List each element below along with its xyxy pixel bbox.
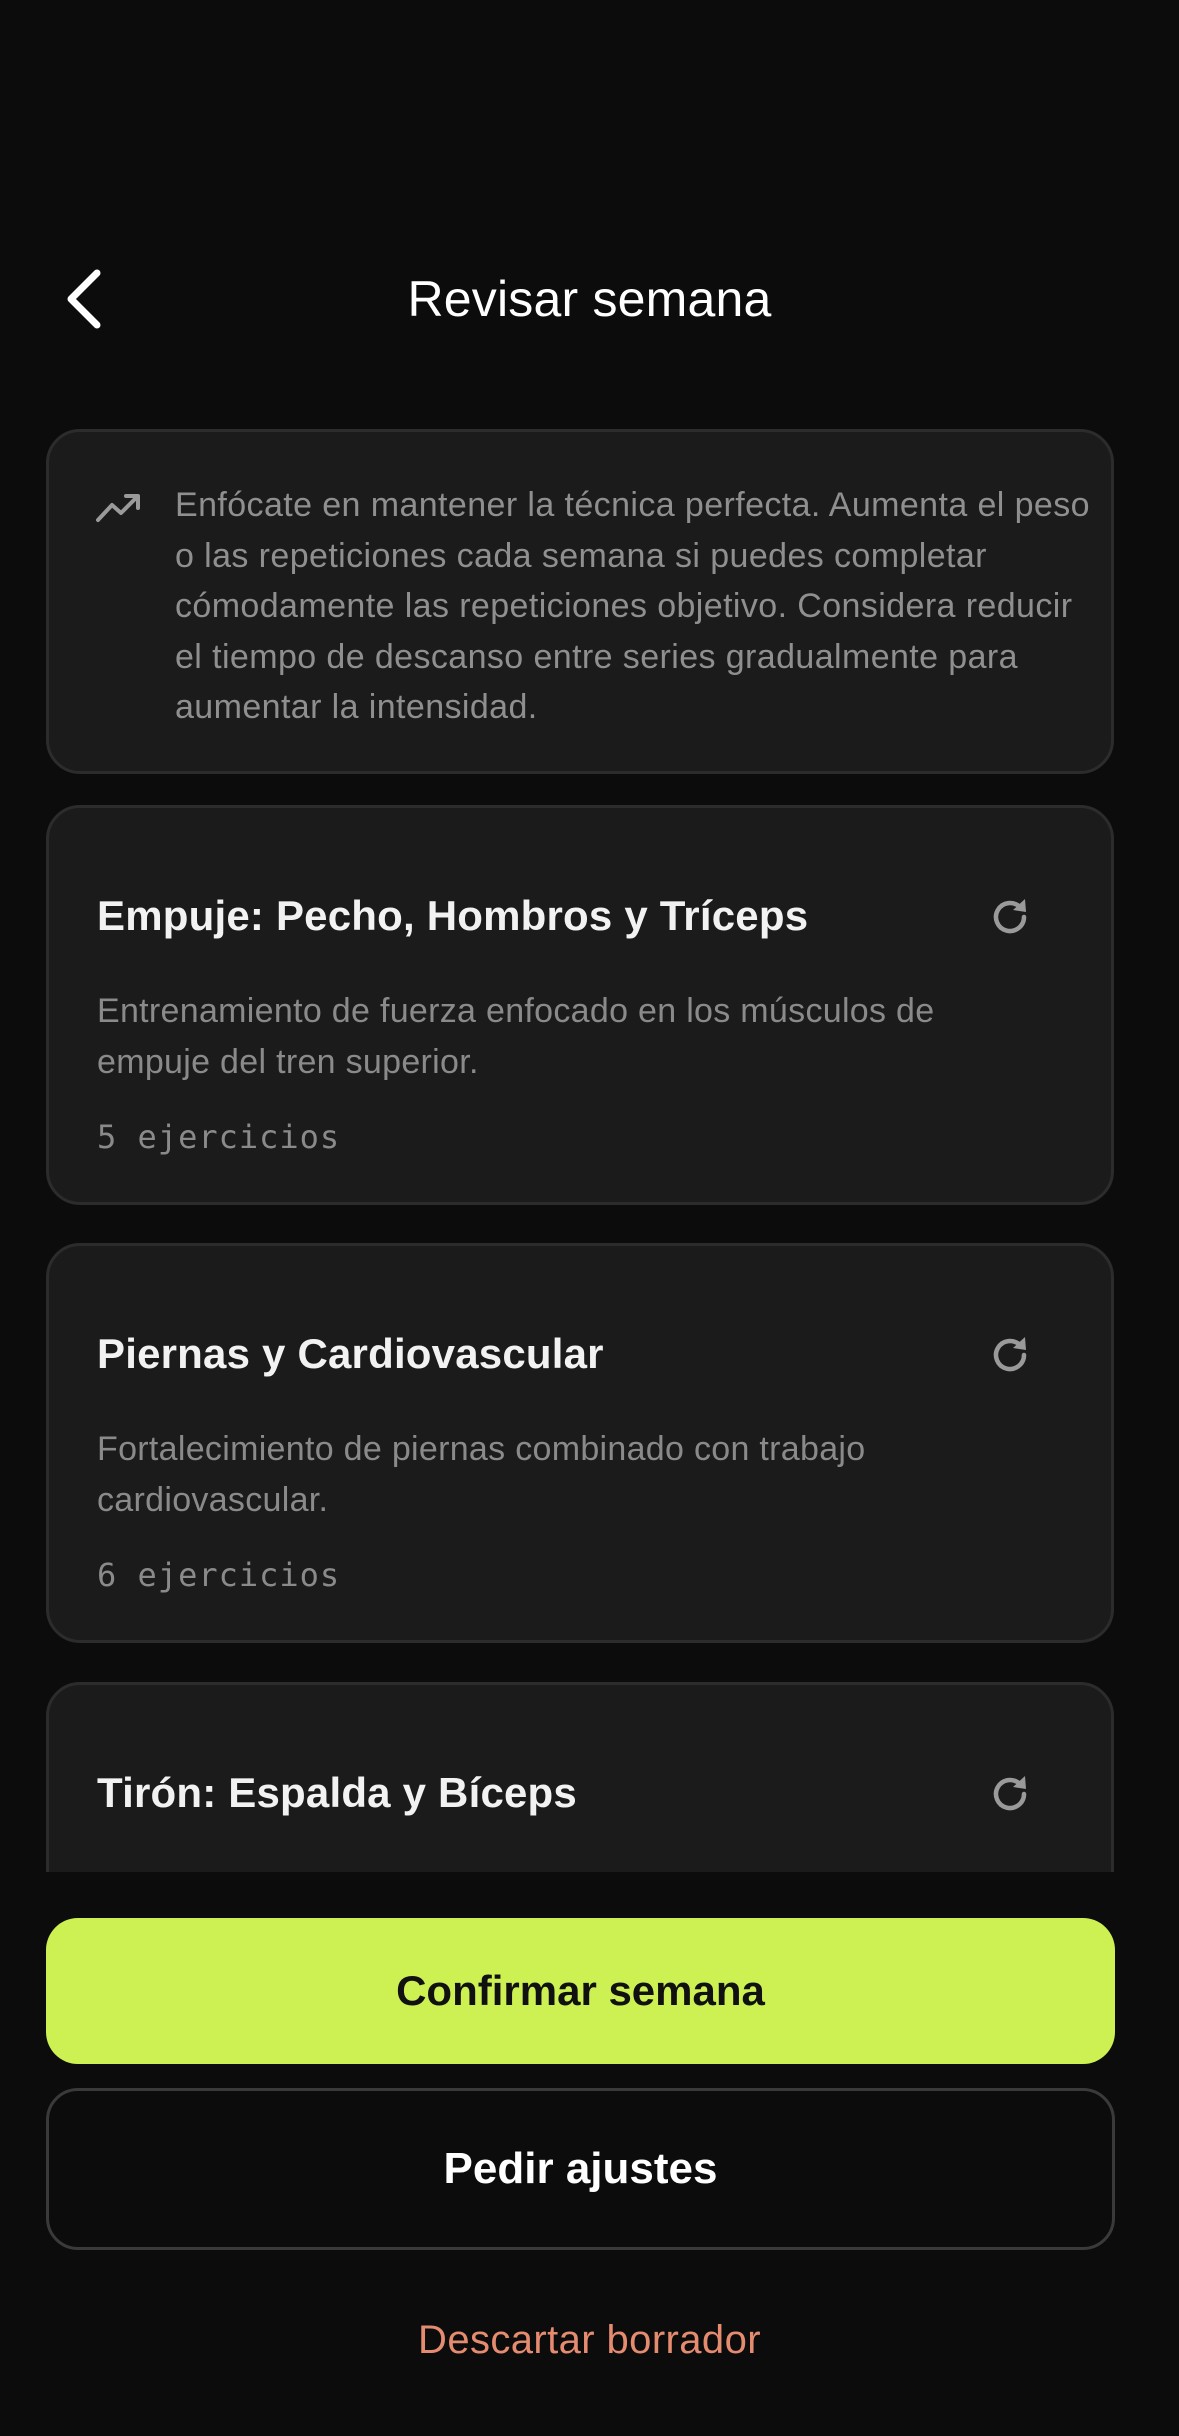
regenerate-button[interactable] [985,1769,1035,1819]
refresh-icon [993,1776,1027,1811]
week-review-list[interactable]: Enfócate en mantener la técnica perfecta… [0,420,1179,1872]
refresh-icon [993,1337,1027,1372]
workout-title: Empuje: Pecho, Hombros y Tríceps [97,892,809,939]
confirm-week-button[interactable]: Confirmar semana [46,1918,1115,2064]
trending-up-icon [96,494,140,522]
discard-draft-link[interactable]: Descartar borrador [0,2318,1179,2363]
exercise-count: 6 ejercicios [97,1556,341,1594]
page-title: Revisar semana [407,271,772,327]
workout-card[interactable]: Empuje: Pecho, Hombros y Tríceps Entrena… [46,805,1114,1205]
workout-description: Fortalecimiento de piernas combinado con… [97,1430,866,1519]
tip-text: Enfócate en mantener la técnica perfecta… [175,486,1090,726]
workout-title: Tirón: Espalda y Bíceps [97,1769,577,1816]
request-adjustments-button[interactable]: Pedir ajustes [46,2088,1115,2250]
workout-card[interactable]: Piernas y Cardiovascular Fortalecimiento… [46,1243,1114,1643]
exercise-count: 5 ejercicios [97,1118,341,1156]
workout-card[interactable]: Tirón: Espalda y Bíceps [46,1682,1114,1872]
refresh-icon [993,899,1027,934]
tip-card: Enfócate en mantener la técnica perfecta… [46,429,1114,774]
regenerate-button[interactable] [985,1330,1035,1380]
header: Revisar semana [0,240,1179,360]
workout-title: Piernas y Cardiovascular [97,1330,604,1377]
workout-description: Entrenamiento de fuerza enfocado en los … [97,992,935,1081]
regenerate-button[interactable] [985,892,1035,942]
